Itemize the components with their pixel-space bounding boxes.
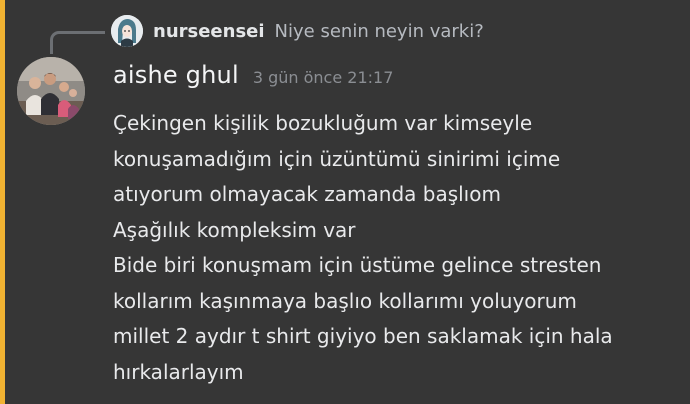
message-line: Aşağılık kompleksim var [113, 217, 356, 242]
message-line: atıyorum olmayacak zamanda başlıom [113, 182, 501, 206]
message-line: millet 2 aydır t shirt giyiyo ben saklam… [113, 324, 613, 348]
message-username[interactable]: aishe ghul [113, 61, 239, 89]
message-line: hırkalarlayım [113, 359, 244, 384]
message-line: Bide biri konuşmam için üstüme gelince s… [113, 253, 602, 277]
user-avatar[interactable] [17, 57, 85, 125]
reply-username[interactable]: nurseensei [153, 21, 265, 42]
message-line: konuşamadığım için üzüntümü sinirimi içi… [113, 146, 561, 171]
reply-preview[interactable]: nurseensei Niye senin neyin varki? [111, 14, 484, 48]
anime-girl-avatar-icon[interactable] [111, 15, 143, 47]
reply-connector-line [50, 31, 105, 54]
message-header: aishe ghul 3 gün önce 21:17 [113, 61, 393, 97]
reply-message-text[interactable]: Niye senin neyin varki? [275, 21, 484, 42]
message-line: kollarım kaşınmaya başlıo kollarımı yolu… [113, 288, 577, 313]
message-line: Çekingen kişilik bozukluğum var kimseyle [113, 111, 533, 135]
message-content: Çekingen kişilik bozukluğum var kimseyle… [113, 106, 678, 390]
mention-highlight-bar [0, 0, 5, 404]
message-timestamp[interactable]: 3 gün önce 21:17 [253, 68, 394, 87]
